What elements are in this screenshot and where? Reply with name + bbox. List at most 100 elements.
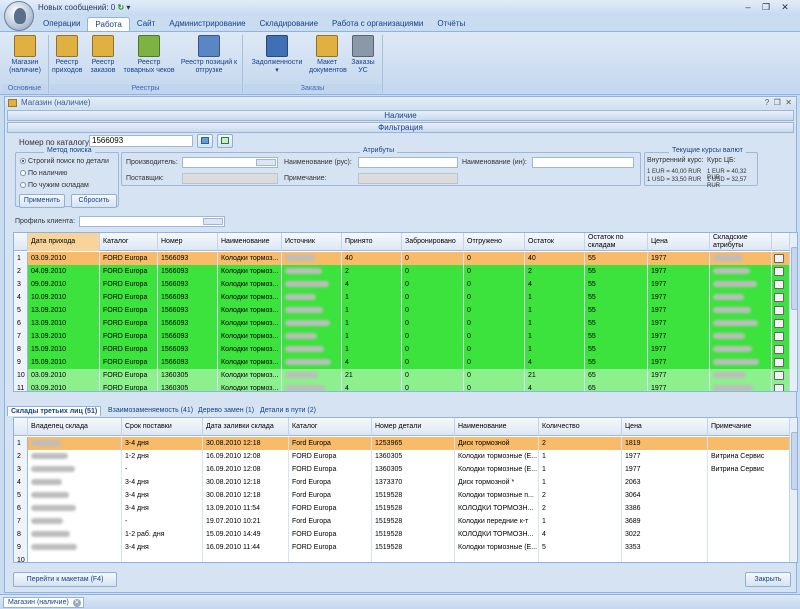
section-filter[interactable]: Фильтрация: [7, 122, 794, 133]
restore-button[interactable]: ❐: [760, 2, 772, 13]
refresh-icon[interactable]: ↻: [117, 3, 124, 12]
column-header[interactable]: Цена: [622, 418, 708, 436]
cart-icon[interactable]: [774, 345, 784, 354]
column-header[interactable]: Дата прихода: [28, 233, 100, 251]
goto-templates-button[interactable]: Перейти к макетам (F4): [13, 572, 117, 587]
apply-button[interactable]: Применить: [19, 194, 65, 208]
window-restore-button[interactable]: ❐: [774, 98, 781, 107]
table-row[interactable]: 4 3-4 дня 30.08.2010 12:18 Ford Europa 13733…: [14, 476, 790, 489]
table-row[interactable]: 1 03.09.2010 FORD Europa 1566093 Колодки тор…: [14, 252, 790, 265]
subtab[interactable]: Склады третьих лиц (51): [7, 406, 102, 416]
dropdown-button[interactable]: [203, 218, 223, 225]
menu-tab[interactable]: Администрирование: [162, 17, 252, 31]
menu-tab[interactable]: Работа: [87, 17, 130, 31]
vertical-scrollbar[interactable]: [789, 233, 797, 391]
quick-access-dropdown-icon[interactable]: ▾: [126, 3, 130, 12]
table-row[interactable]: 8 1-2 раб. дня 15.09.2010 14:49 FORD Europa…: [14, 528, 790, 541]
table-row[interactable]: 3 -16.09.2010 12:08 FORD Europa 1360305 Коло…: [14, 463, 790, 476]
client-profile-select[interactable]: [79, 216, 225, 227]
column-header[interactable]: Срок поставки: [122, 418, 203, 436]
table-row[interactable]: 8 15.09.2010 FORD Europa 1566093 Колодки тор…: [14, 343, 790, 356]
close-button[interactable]: ✕: [779, 2, 791, 13]
cart-icon[interactable]: [774, 267, 784, 276]
add-to-cart-button[interactable]: [217, 134, 233, 148]
minimize-button[interactable]: –: [742, 2, 754, 13]
column-header[interactable]: Принято: [342, 233, 402, 251]
column-header[interactable]: Дата заливки склада: [203, 418, 289, 436]
catalog-number-input[interactable]: 1566093: [89, 135, 193, 147]
column-header[interactable]: Складские атрибуты: [710, 233, 772, 251]
cart-icon[interactable]: [774, 371, 784, 380]
menu-tab[interactable]: Сайт: [130, 17, 162, 31]
producer-select[interactable]: [182, 157, 278, 168]
column-header[interactable]: Номер: [158, 233, 218, 251]
menu-tab[interactable]: Операции: [36, 17, 87, 31]
app-menu-orb[interactable]: [4, 1, 34, 31]
column-header[interactable]: Количество: [539, 418, 622, 436]
cart-icon[interactable]: [774, 254, 784, 263]
cart-icon[interactable]: [774, 319, 784, 328]
catalog-lookup-button[interactable]: [197, 134, 213, 148]
table-row[interactable]: 5 13.09.2010 FORD Europa 1566093 Колодки тор…: [14, 304, 790, 317]
table-row[interactable]: 5 3-4 дня 30.08.2010 12:18 Ford Europa 15195…: [14, 489, 790, 502]
ribbon-button[interactable]: Задолженности ▾: [250, 35, 304, 75]
scroll-thumb[interactable]: [791, 247, 797, 311]
cart-icon[interactable]: [774, 358, 784, 367]
cart-icon[interactable]: [774, 280, 784, 289]
messages-counter[interactable]: Новых сообщений: 0 ↻ ▾: [38, 3, 130, 12]
name-foreign-input[interactable]: [532, 157, 634, 168]
column-header[interactable]: Каталог: [289, 418, 372, 436]
window-close-button[interactable]: ✕: [785, 98, 792, 107]
radio-in-stock[interactable]: По наличию: [20, 169, 67, 178]
help-button[interactable]: ?: [765, 98, 769, 107]
table-row[interactable]: 3 09.09.2010 FORD Europa 1566093 Колодки тор…: [14, 278, 790, 291]
column-header[interactable]: Примечание: [708, 418, 790, 436]
menu-tab[interactable]: Работа с организациями: [325, 17, 430, 31]
table-row[interactable]: 6 13.09.2010 FORD Europa 1566093 Колодки тор…: [14, 317, 790, 330]
ribbon-button[interactable]: Реестр приходов: [52, 35, 82, 75]
column-header[interactable]: Номер детали: [372, 418, 455, 436]
subtab[interactable]: Взаимозаменяемость (41): [105, 406, 196, 416]
close-tab-icon[interactable]: ✕: [72, 599, 81, 607]
table-row[interactable]: 7 13.09.2010 FORD Europa 1566093 Колодки тор…: [14, 330, 790, 343]
cart-icon[interactable]: [774, 332, 784, 341]
ribbon-button[interactable]: Заказы УС: [348, 35, 378, 75]
ribbon-button[interactable]: Реестр товарных чеков: [122, 35, 176, 75]
cart-icon[interactable]: [774, 384, 784, 391]
table-row[interactable]: 9 3-4 дня 16.09.2010 11:44 FORD Europa 15195…: [14, 541, 790, 554]
cart-icon[interactable]: [774, 293, 784, 302]
close-window-button[interactable]: Закрыть: [745, 572, 791, 587]
cart-icon[interactable]: [774, 306, 784, 315]
ribbon-button[interactable]: Магазин (наличие): [3, 35, 47, 75]
table-row[interactable]: 10: [14, 554, 790, 562]
name-rus-input[interactable]: [358, 157, 458, 168]
ribbon-button[interactable]: Макет документов: [309, 35, 347, 75]
column-header[interactable]: Источник: [282, 233, 342, 251]
column-header[interactable]: Наименование: [218, 233, 282, 251]
radio-strict-search[interactable]: Строгий поиск по детали: [20, 157, 109, 166]
column-header[interactable]: Отгружено: [464, 233, 525, 251]
ribbon-button[interactable]: Реестр заказов: [88, 35, 118, 75]
subtab[interactable]: Дерево замен (1): [195, 406, 257, 416]
table-row[interactable]: 7 -19.07.2010 10:21 Ford Europa 1519528 Коло…: [14, 515, 790, 528]
table-row[interactable]: 10 03.09.2010 FORD Europa 1360305 Колодки то…: [14, 369, 790, 382]
column-header[interactable]: Цена: [648, 233, 710, 251]
scroll-thumb[interactable]: [791, 432, 797, 490]
section-availability[interactable]: Наличие: [7, 110, 794, 121]
table-row[interactable]: 11 03.09.2010 FORD Europa 1360305 Колодки то…: [14, 382, 790, 391]
table-row[interactable]: 1 3-4 дня 30.08.2010 12:18 Ford Europa 12539…: [14, 437, 790, 450]
column-header[interactable]: Наименование: [455, 418, 539, 436]
subtab[interactable]: Детали в пути (2): [257, 406, 319, 416]
radio-other-warehouses[interactable]: По чужим складам: [20, 181, 89, 190]
menu-tab[interactable]: Складирование: [253, 17, 325, 31]
dropdown-button[interactable]: [256, 159, 276, 166]
menu-tab[interactable]: Отчёты: [430, 17, 472, 31]
table-row[interactable]: 6 3-4 дня 13.09.2010 11:54 FORD Europa 15195…: [14, 502, 790, 515]
table-row[interactable]: 2 1-2 дня 16.09.2010 12:08 FORD Europa 13603…: [14, 450, 790, 463]
table-row[interactable]: 9 15.09.2010 FORD Europa 1566093 Колодки тор…: [14, 356, 790, 369]
table-row[interactable]: 4 10.09.2010 FORD Europa 1566093 Колодки тор…: [14, 291, 790, 304]
column-header[interactable]: Владелец склада: [28, 418, 122, 436]
column-header[interactable]: Остаток по складам: [585, 233, 648, 251]
column-header[interactable]: Каталог: [100, 233, 158, 251]
column-header[interactable]: Забронировано: [402, 233, 464, 251]
